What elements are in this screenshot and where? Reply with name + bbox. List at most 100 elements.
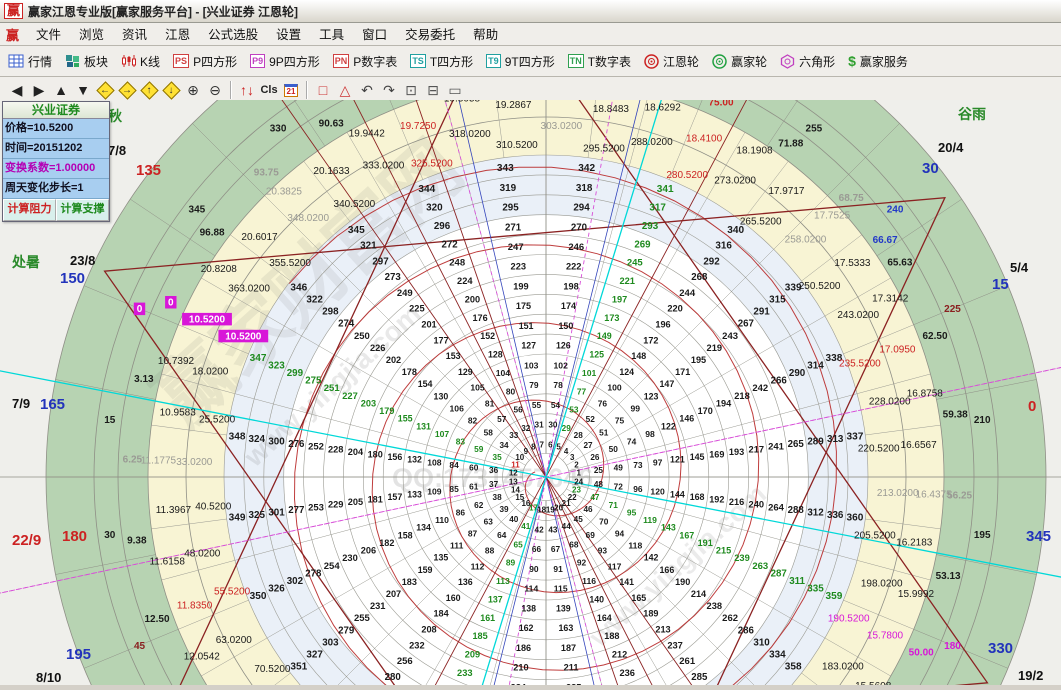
tool-rotate-cw[interactable]: ↷ (378, 80, 400, 100)
toolbar-winner-wheel[interactable]: 赢家轮 (712, 53, 767, 70)
svg-text:349: 349 (229, 513, 246, 524)
toolbar-9p-square[interactable]: P99P四方形 (250, 53, 320, 70)
svg-text:126: 126 (556, 341, 571, 351)
toolbar-kline-label: K线 (140, 53, 160, 70)
svg-text:131: 131 (416, 421, 431, 431)
tool-cls[interactable]: Cls (258, 80, 280, 100)
menu-5[interactable]: 设置 (267, 26, 310, 44)
toolbar-t-square[interactable]: TST四方形 (410, 53, 473, 70)
toolbar-quotes[interactable]: 行情 (8, 53, 52, 70)
tool-pan-right[interactable]: → (116, 80, 138, 100)
svg-text:340.5200: 340.5200 (334, 199, 376, 210)
tool-rotate-ccw[interactable]: ↶ (356, 80, 378, 100)
tool-restore[interactable]: ⊟ (422, 80, 444, 100)
svg-text:30: 30 (104, 530, 116, 541)
tool-draw-square[interactable]: □ (312, 80, 334, 100)
tool-rotate-fwd[interactable]: ▼ (72, 80, 94, 100)
menu-0[interactable]: 文件 (27, 26, 70, 44)
tool-up-down-marker[interactable]: ↑↓ (236, 80, 258, 100)
svg-text:16.2183: 16.2183 (896, 537, 933, 548)
tool-zoom-out[interactable]: ⊖ (204, 80, 226, 100)
svg-text:10.7392: 10.7392 (158, 356, 195, 367)
svg-text:341: 341 (657, 184, 674, 195)
svg-text:333.0200: 333.0200 (363, 160, 405, 171)
svg-text:91: 91 (553, 564, 563, 574)
calc-support-button[interactable]: 计算支撑 (56, 199, 109, 221)
svg-text:360: 360 (846, 513, 863, 524)
svg-text:256: 256 (397, 656, 413, 667)
tool-zoom-in[interactable]: ⊕ (182, 80, 204, 100)
svg-text:170: 170 (698, 406, 713, 416)
svg-text:165: 165 (631, 593, 646, 603)
menu-9[interactable]: 帮助 (464, 26, 507, 44)
svg-text:198.0200: 198.0200 (861, 578, 903, 589)
menu-2[interactable]: 资讯 (113, 26, 156, 44)
svg-text:177: 177 (434, 335, 449, 345)
svg-text:265: 265 (788, 439, 805, 450)
svg-text:35: 35 (493, 453, 503, 462)
toolbar-p-number-table[interactable]: PNP数字表 (333, 53, 398, 70)
toolbar-winner-service[interactable]: $赢家服务 (848, 53, 908, 70)
toolbar-t-number-table[interactable]: TNT数字表 (568, 53, 631, 70)
menu-1[interactable]: 浏览 (70, 26, 113, 44)
svg-text:111: 111 (450, 541, 464, 551)
tool-rotate-back[interactable]: ▲ (50, 80, 72, 100)
svg-text:206: 206 (361, 546, 376, 556)
gann-wheel-canvas[interactable]: 赢家财富网www.yingjia.comQQ:1731457646www.yin… (0, 100, 1061, 685)
svg-text:102: 102 (554, 360, 569, 370)
gann-wheel: 赢家财富网www.yingjia.comQQ:1731457646www.yin… (0, 100, 1061, 685)
svg-text:118: 118 (628, 541, 642, 551)
svg-text:60: 60 (469, 463, 479, 473)
svg-text:302: 302 (287, 576, 304, 587)
svg-text:45: 45 (574, 515, 584, 524)
menu-4[interactable]: 公式选股 (199, 26, 267, 44)
svg-text:240: 240 (749, 500, 765, 510)
svg-text:186: 186 (516, 643, 531, 653)
toolbar-gann-wheel[interactable]: 江恩轮 (644, 53, 699, 70)
svg-text:11.3967: 11.3967 (156, 505, 192, 516)
tool-pan-up[interactable]: ↑ (138, 80, 160, 100)
svg-text:172: 172 (643, 335, 658, 345)
info-row-0: 价格=10.5200 (3, 119, 109, 139)
svg-text:47: 47 (590, 493, 600, 502)
tool-calendar[interactable]: 21 (280, 80, 302, 100)
menu-7[interactable]: 窗口 (353, 26, 396, 44)
tool-draw-triangle[interactable]: △ (334, 80, 356, 100)
svg-text:270: 270 (571, 222, 587, 233)
svg-text:194: 194 (716, 398, 732, 408)
svg-text:94: 94 (615, 528, 625, 538)
svg-text:84: 84 (449, 460, 459, 470)
svg-text:120: 120 (650, 487, 665, 497)
tool-board[interactable]: ▭ (444, 80, 466, 100)
menu-8[interactable]: 交易委托 (396, 26, 464, 44)
tool-nav-right[interactable]: ▶ (28, 80, 50, 100)
tool-pan-left[interactable]: ← (94, 80, 116, 100)
tool-pan-down[interactable]: ↓ (160, 80, 182, 100)
svg-text:49: 49 (614, 463, 624, 473)
menu-3[interactable]: 江恩 (156, 26, 199, 44)
svg-text:68: 68 (569, 539, 579, 549)
svg-text:110: 110 (435, 515, 449, 525)
svg-text:3: 3 (570, 453, 575, 462)
svg-text:204: 204 (348, 447, 364, 457)
toolbar-p-square[interactable]: PSP四方形 (173, 53, 237, 70)
svg-text:232: 232 (409, 640, 425, 650)
toolbar-9t-square[interactable]: T99T四方形 (486, 53, 555, 70)
svg-text:2: 2 (574, 460, 579, 469)
toolbar-sectors[interactable]: 板块 (65, 53, 108, 70)
toolbar-hexagon[interactable]: 六角形 (780, 53, 835, 70)
svg-text:249: 249 (397, 288, 413, 299)
tool-maximize[interactable]: ⊡ (400, 80, 422, 100)
svg-text:95: 95 (627, 508, 637, 518)
svg-text:68.75: 68.75 (839, 193, 864, 204)
svg-text:247: 247 (508, 242, 524, 253)
toolbar-kline[interactable]: K线 (121, 53, 160, 70)
svg-text:51: 51 (599, 428, 609, 438)
calc-resistance-button[interactable]: 计算阻力 (3, 199, 56, 221)
date-23-8: 23/8 (70, 253, 95, 268)
p-number-table-icon: PN (333, 54, 350, 68)
child-window-icon[interactable]: 赢 (6, 25, 19, 44)
menu-6[interactable]: 工具 (310, 26, 353, 44)
svg-text:227: 227 (342, 391, 358, 401)
tool-nav-left[interactable]: ◀ (6, 80, 28, 100)
